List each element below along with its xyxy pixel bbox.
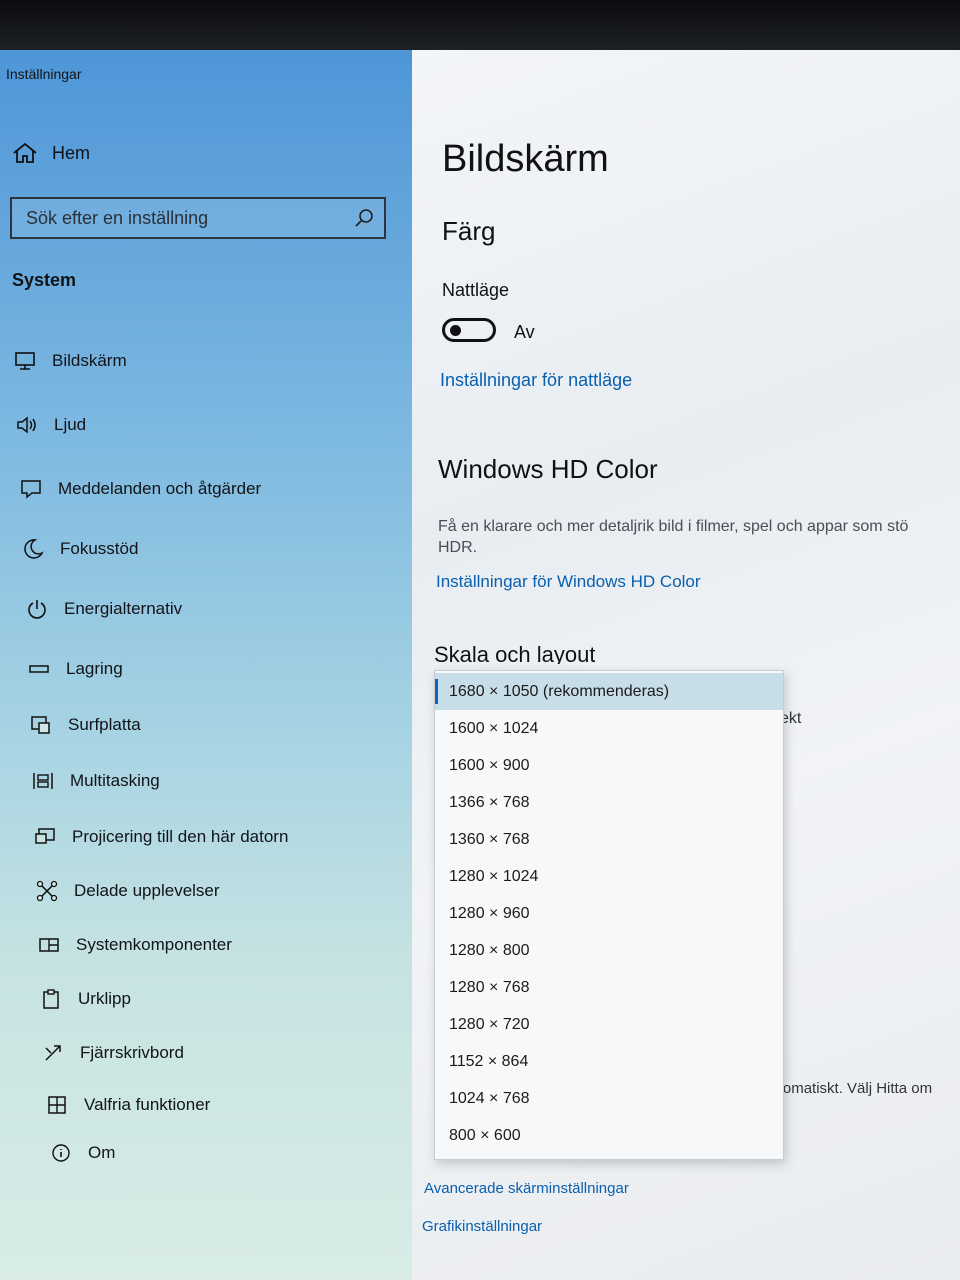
notification-icon	[20, 478, 42, 500]
tablet-icon	[30, 714, 52, 736]
sidebar-item-remote-desktop[interactable]: Fjärrskrivbord	[42, 1042, 184, 1064]
hd-color-settings-link[interactable]: Inställningar för Windows HD Color	[436, 572, 701, 592]
sidebar-item-shared-experiences[interactable]: Delade upplevelser	[36, 880, 220, 902]
moon-icon	[22, 538, 44, 560]
sidebar-item-label: Fjärrskrivbord	[80, 1043, 184, 1062]
resolution-option[interactable]: 1280 × 800	[435, 932, 783, 969]
color-heading: Färg	[442, 216, 496, 246]
page-title: Bildskärm	[442, 138, 609, 180]
sidebar-item-label: Projicering till den här datorn	[72, 827, 289, 846]
hd-description-line: HDR.	[438, 539, 478, 556]
projection-icon	[34, 826, 56, 848]
home-nav[interactable]: Hem	[12, 142, 90, 164]
resolution-option[interactable]: 1360 × 768	[435, 821, 783, 858]
resolution-option[interactable]: 1366 × 768	[435, 784, 783, 821]
night-light-label: Nattläge	[442, 280, 510, 300]
sidebar-item-label: Systemkomponenter	[76, 935, 232, 954]
resolution-option[interactable]: 1600 × 1024	[435, 710, 783, 747]
sidebar-item-tablet[interactable]: Surfplatta	[30, 714, 141, 736]
sidebar-item-label: Fokusstöd	[60, 539, 139, 558]
sidebar-item-label: Valfria funktioner	[84, 1095, 211, 1114]
hd-color-description: Få en klarare och mer detaljrik bild i f…	[438, 516, 960, 558]
sidebar: Inställningar Hem Sök efter en inställni…	[0, 50, 412, 1280]
resolution-option[interactable]: 1600 × 900	[435, 747, 783, 784]
sidebar-item-projection[interactable]: Projicering till den här datorn	[34, 826, 288, 848]
hd-description-line: Få en klarare och mer detaljrik bild i f…	[438, 518, 909, 535]
hd-color-heading: Windows HD Color	[438, 454, 658, 484]
home-label: Hem	[52, 142, 91, 163]
main-content: Bildskärm Färg Nattläge Av Inställningar…	[412, 50, 960, 1280]
resolution-option[interactable]: 1152 × 864	[435, 1043, 783, 1080]
sidebar-item-label: Delade upplevelser	[74, 881, 220, 900]
components-icon	[38, 934, 60, 956]
sidebar-item-display[interactable]: Bildskärm	[14, 350, 127, 372]
resolution-option[interactable]: 1280 × 720	[435, 1006, 783, 1043]
sidebar-item-label: Meddelanden och åtgärder	[58, 479, 262, 498]
advanced-display-settings-link[interactable]: Avancerade skärminställningar	[424, 1180, 629, 1197]
resolution-option-selected[interactable]: 1680 × 1050 (rekommenderas)	[435, 673, 783, 710]
sidebar-item-label: Bildskärm	[52, 351, 127, 370]
resolution-option[interactable]: 1280 × 960	[435, 895, 783, 932]
multitasking-icon	[32, 770, 54, 792]
sidebar-item-optional-features[interactable]: Valfria funktioner	[46, 1094, 210, 1116]
night-light-settings-link[interactable]: Inställningar för nattläge	[440, 370, 632, 391]
home-icon	[12, 142, 38, 164]
info-icon	[50, 1142, 72, 1164]
search-icon[interactable]	[354, 208, 374, 228]
resolution-option[interactable]: 800 × 600	[435, 1117, 783, 1154]
graphics-settings-link[interactable]: Grafikinställningar	[422, 1218, 542, 1235]
shared-experiences-icon	[36, 880, 58, 902]
clipboard-icon	[40, 988, 62, 1010]
night-light-state: Av	[514, 322, 535, 342]
resolution-option[interactable]: 1024 × 768	[435, 1080, 783, 1117]
power-icon	[26, 598, 48, 620]
sidebar-item-label: Urklipp	[78, 989, 131, 1008]
search-input[interactable]: Sök efter en inställning	[10, 197, 386, 239]
sidebar-item-label: Surfplatta	[68, 715, 141, 734]
sidebar-item-label: Lagring	[66, 659, 123, 678]
speaker-icon	[16, 414, 38, 436]
sidebar-item-power[interactable]: Energialternativ	[26, 598, 182, 620]
search-placeholder: Sök efter en inställning	[26, 207, 209, 228]
section-label: System	[12, 270, 77, 290]
app-title: Inställningar	[6, 66, 82, 82]
sidebar-item-label: Om	[88, 1143, 116, 1162]
sidebar-item-sound[interactable]: Ljud	[16, 414, 86, 436]
resolution-option[interactable]: 1280 × 1024	[435, 858, 783, 895]
sidebar-item-focus[interactable]: Fokusstöd	[22, 538, 138, 560]
resolution-dropdown-list[interactable]: 1680 × 1050 (rekommenderas) 1600 × 1024 …	[434, 670, 784, 1160]
scale-layout-heading: Skala och layout	[434, 642, 596, 664]
sidebar-item-multitasking[interactable]: Multitasking	[32, 770, 160, 792]
sidebar-item-notifications[interactable]: Meddelanden och åtgärder	[20, 478, 261, 500]
toggle-knob	[450, 325, 461, 336]
partially-hidden-text: automatiskt. Välj Hitta om	[762, 1080, 933, 1097]
remote-desktop-icon	[42, 1042, 64, 1064]
monitor-icon	[14, 350, 36, 372]
sidebar-item-about[interactable]: Om	[50, 1142, 115, 1164]
sidebar-item-label: Multitasking	[70, 771, 160, 790]
settings-window: Inställningar Hem Sök efter en inställni…	[0, 50, 960, 1280]
resolution-option[interactable]: 1280 × 768	[435, 969, 783, 1006]
storage-icon	[28, 658, 50, 680]
optional-features-icon	[46, 1094, 68, 1116]
sidebar-item-storage[interactable]: Lagring	[28, 658, 123, 680]
sidebar-item-clipboard[interactable]: Urklipp	[40, 988, 131, 1010]
sidebar-item-label: Energialternativ	[64, 599, 183, 618]
night-light-toggle[interactable]	[442, 318, 496, 342]
sidebar-item-components[interactable]: Systemkomponenter	[38, 934, 232, 956]
sidebar-item-label: Ljud	[54, 415, 87, 434]
